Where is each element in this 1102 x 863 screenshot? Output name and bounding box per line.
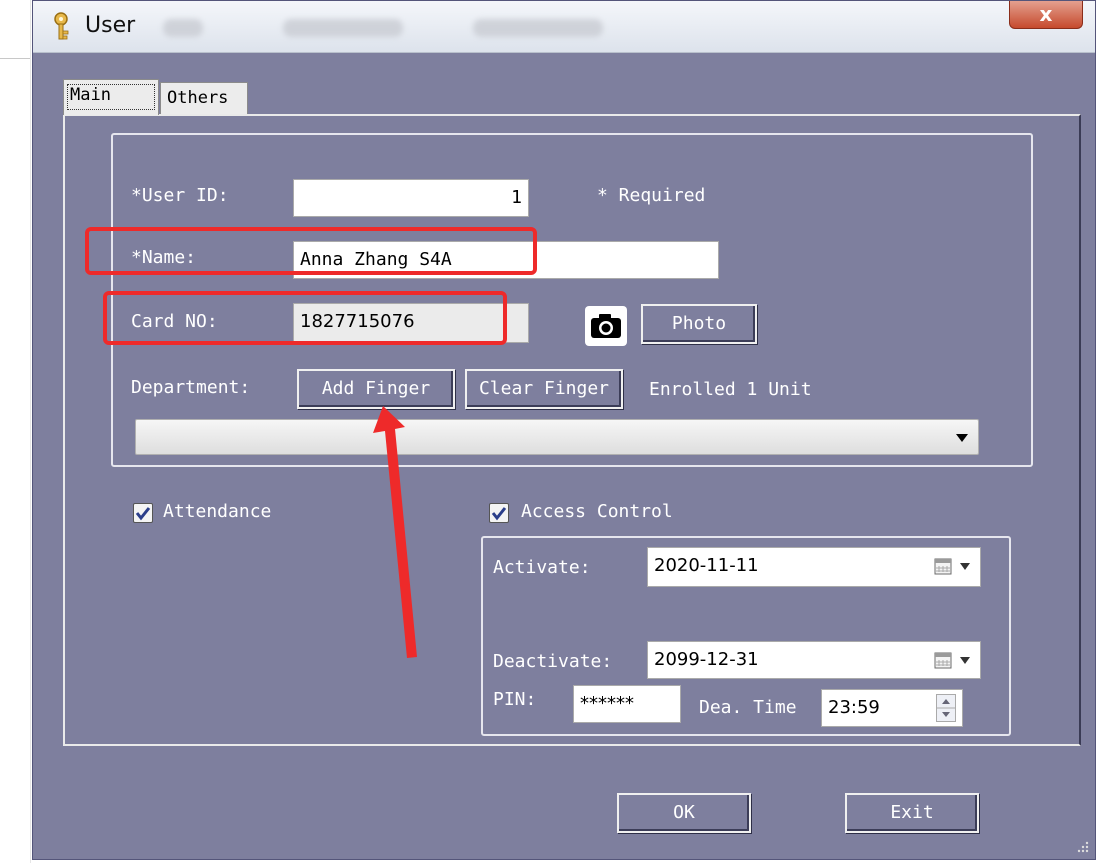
red-arrow-annotation — [373, 406, 417, 658]
page-edge — [30, 0, 31, 863]
tab-main[interactable]: Main — [63, 79, 159, 115]
page-divider — [0, 58, 30, 59]
user-dialog: User x Main Others *User ID: 1 * Require… — [32, 0, 1096, 860]
tab-focus-outline — [67, 84, 155, 110]
